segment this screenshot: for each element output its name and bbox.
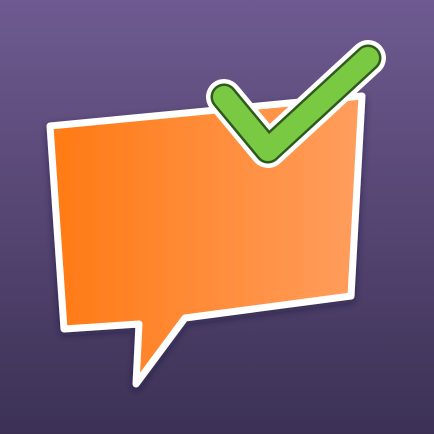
app-icon xyxy=(0,0,434,434)
icon-canvas xyxy=(0,0,434,434)
